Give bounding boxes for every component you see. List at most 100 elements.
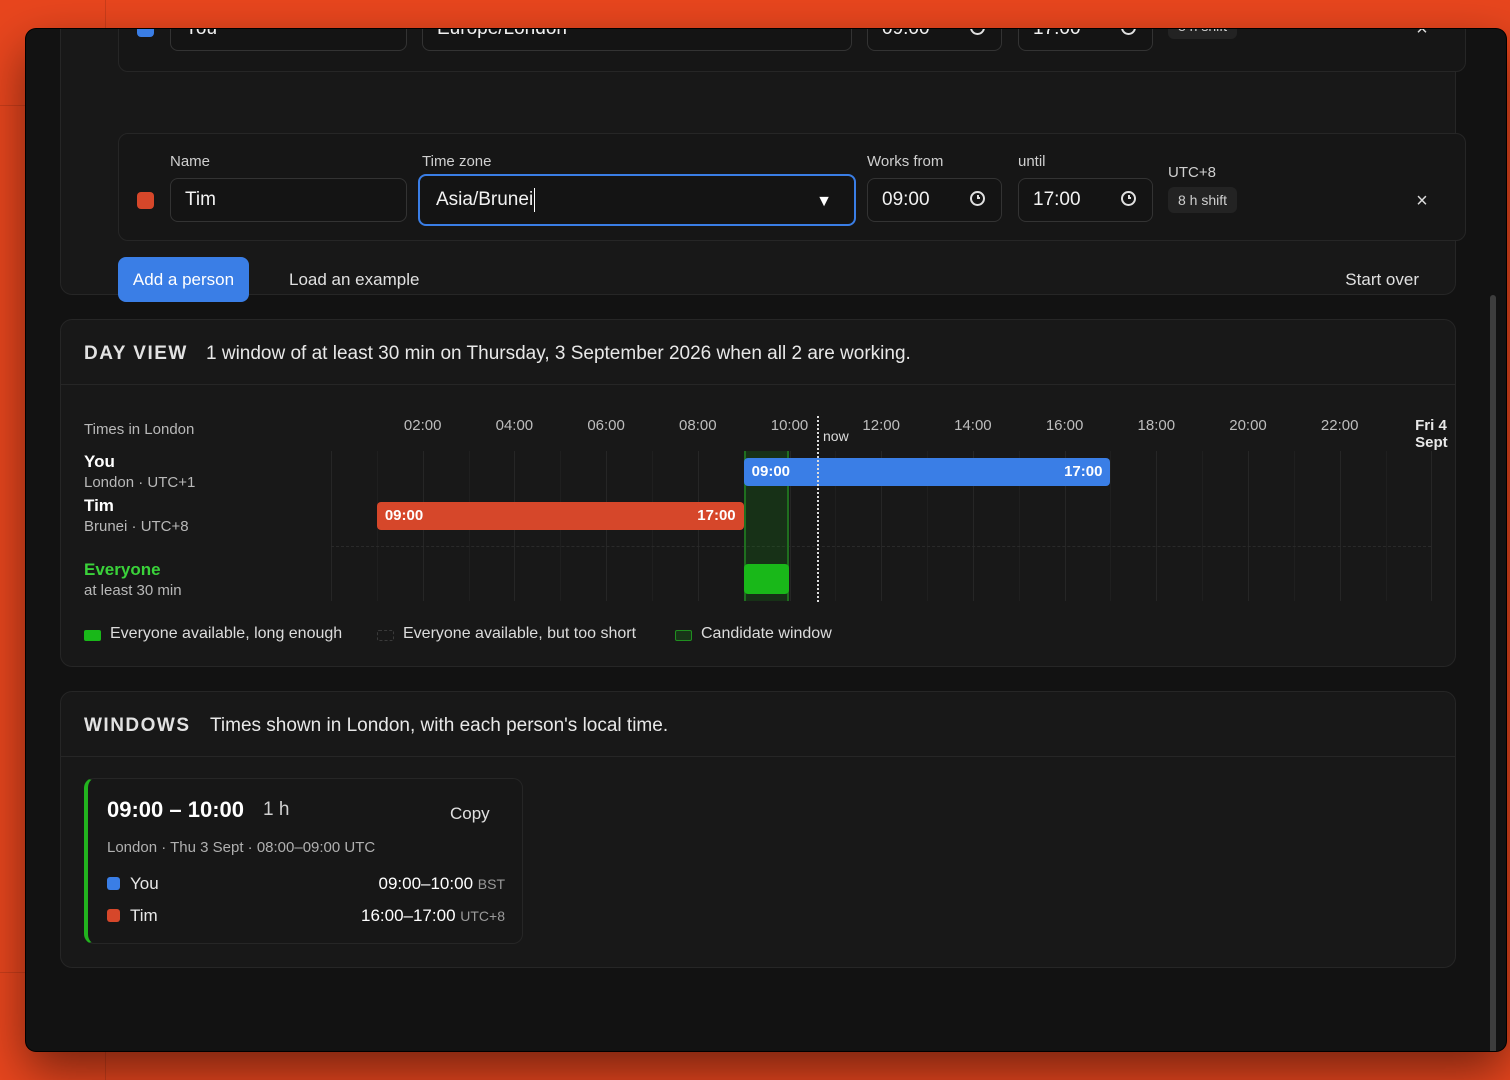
from-time-field-you[interactable]: 09:00	[867, 29, 1002, 51]
window-person-tim: Tim	[130, 906, 158, 925]
color-swatch-you[interactable]	[137, 29, 154, 37]
row-sub-tim: Brunei · UTC+8	[84, 518, 189, 535]
until-label: until	[1018, 153, 1046, 170]
name-label: Name	[170, 153, 211, 170]
next-day-label: Fri 4 Sept	[1415, 417, 1448, 451]
window-person-you: You	[130, 874, 159, 893]
legend-swatch-too-short	[377, 630, 394, 641]
row-sub-you: London · UTC+1	[84, 474, 196, 491]
tick-label: 02:00	[403, 417, 442, 434]
grid-line	[1339, 451, 1341, 601]
name-field-you[interactable]: You	[170, 29, 407, 51]
shift-bar-you[interactable]: 09:00 17:00	[743, 458, 1111, 486]
until-time-field-you[interactable]: 17:00	[1018, 29, 1153, 51]
app-window: You Europe/London 09:00 17:00 8 h shift …	[26, 29, 1506, 1051]
windows-subtitle: Times shown in London, with each person'…	[210, 715, 669, 736]
timezone-select-value: Asia/Brunei	[436, 189, 534, 210]
window-local-time-you: 09:00–10:00 BST	[378, 874, 505, 894]
tick-label: 16:00	[1045, 417, 1084, 434]
tick-label: 08:00	[679, 417, 717, 434]
name-field-tim[interactable]: Tim	[170, 178, 407, 222]
clock-icon[interactable]	[970, 191, 985, 206]
clock-icon[interactable]	[1121, 191, 1136, 206]
grid-line	[1385, 451, 1387, 601]
tick-label: 06:00	[587, 417, 625, 434]
clock-icon[interactable]	[970, 29, 985, 35]
row-separator	[331, 546, 1431, 548]
text-caret	[534, 187, 536, 212]
shift-badge-you: 8 h shift	[1168, 29, 1238, 39]
grid-line	[1156, 451, 1158, 601]
bar-start-label: 09:00	[384, 507, 424, 524]
window-local-time-tim: 16:00–17:00 UTC+8	[361, 906, 505, 926]
timezone-abbr: UTC+8	[460, 908, 505, 924]
remove-person-button-you[interactable]: ×	[1412, 29, 1432, 41]
tick-label: 12:00	[862, 417, 900, 434]
from-time-value: 09:00	[882, 29, 930, 39]
bar-start-label: 09:00	[751, 463, 791, 480]
shift-badge-tim: 8 h shift	[1168, 187, 1238, 213]
remove-person-button-tim[interactable]: ×	[1412, 190, 1432, 213]
tick-label: 18:00	[1137, 417, 1176, 434]
legend-too-short: Everyone available, but too short	[403, 625, 637, 642]
bar-end-label: 17:00	[697, 507, 736, 524]
windows-title: WINDOWS	[84, 715, 191, 736]
copy-button[interactable]: Copy	[450, 804, 490, 824]
local-time-range: 16:00–17:00	[360, 906, 456, 925]
utc-offset-label: UTC+8	[1168, 164, 1216, 181]
legend-swatch-candidate	[675, 630, 692, 641]
timeline: 02:00 04:00 06:00 08:00 10:00 12:00 14:00 16:00…	[61, 320, 1455, 666]
tick-label: 14:00	[954, 417, 992, 434]
window-time-range: 09:00 – 10:00	[107, 797, 244, 822]
people-card: You Europe/London 09:00 17:00 8 h shift …	[60, 29, 1466, 302]
chevron-down-icon[interactable]: ▼	[816, 178, 832, 226]
until-time-field-tim[interactable]: 17:00	[1018, 178, 1153, 222]
from-time-field-tim[interactable]: 09:00	[867, 178, 1002, 222]
person-row-tim: Name Time zone Works from until UTC+8 Ti…	[118, 133, 1466, 241]
row-name-everyone: Everyone	[84, 560, 161, 579]
local-time-range: 09:00–10:00	[378, 874, 474, 893]
works-from-label: Works from	[867, 153, 944, 170]
clock-icon[interactable]	[1121, 29, 1136, 35]
timezone-label: Time zone	[422, 153, 492, 170]
color-swatch-tim[interactable]	[137, 192, 154, 209]
grid-line	[1110, 451, 1112, 601]
start-over-button[interactable]: Start over	[1345, 270, 1419, 290]
grid-line	[1293, 451, 1295, 601]
window-meta: London · Thu 3 Sept · 08:00–09:00 UTC	[107, 839, 376, 856]
grid-line	[331, 451, 332, 601]
from-time-value: 09:00	[882, 189, 930, 210]
tick-label: 04:00	[495, 417, 534, 434]
now-label: now	[823, 428, 849, 444]
until-time-value: 17:00	[1033, 189, 1081, 210]
bar-end-label: 17:00	[1064, 463, 1103, 480]
row-name-you: You	[84, 452, 115, 471]
timezone-abbr: BST	[477, 876, 505, 892]
timezone-select-tim[interactable]: Asia/Brunei ▼	[418, 174, 856, 226]
tick-label: 10:00	[770, 417, 809, 434]
window-duration: 1 h	[263, 799, 290, 820]
window-card: 09:00 – 10:00 1 h Copy London · Thu 3 Se…	[84, 778, 523, 944]
person-row-you: You Europe/London 09:00 17:00 8 h shift …	[118, 29, 1466, 72]
section-divider	[61, 756, 1455, 757]
tick-label: 20:00	[1229, 417, 1267, 434]
row-sub-everyone: at least 30 min	[84, 582, 182, 599]
grid-line	[1431, 451, 1433, 601]
add-person-button[interactable]: Add a person	[118, 257, 249, 302]
tick-label: 22:00	[1320, 417, 1359, 434]
now-marker	[817, 416, 819, 602]
timezone-field-you[interactable]: Europe/London	[422, 29, 852, 51]
load-example-button[interactable]: Load an example	[289, 270, 419, 290]
person-dot-tim	[107, 909, 120, 922]
legend-swatch-long-enough	[84, 630, 101, 641]
windows-card: WINDOWS Times shown in London, with each…	[60, 691, 1456, 968]
scrollbar[interactable]	[1490, 295, 1496, 1051]
until-time-value: 17:00	[1033, 29, 1081, 39]
legend-candidate: Candidate window	[701, 625, 832, 642]
day-view-card: DAY VIEW 1 window of at least 30 min on …	[60, 319, 1456, 667]
everyone-window-block[interactable]	[743, 564, 790, 594]
grid-line	[1202, 451, 1204, 601]
grid-line	[1248, 451, 1249, 601]
shift-bar-tim[interactable]: 09:00 17:00	[376, 502, 744, 530]
row-name-tim: Tim	[84, 496, 114, 515]
